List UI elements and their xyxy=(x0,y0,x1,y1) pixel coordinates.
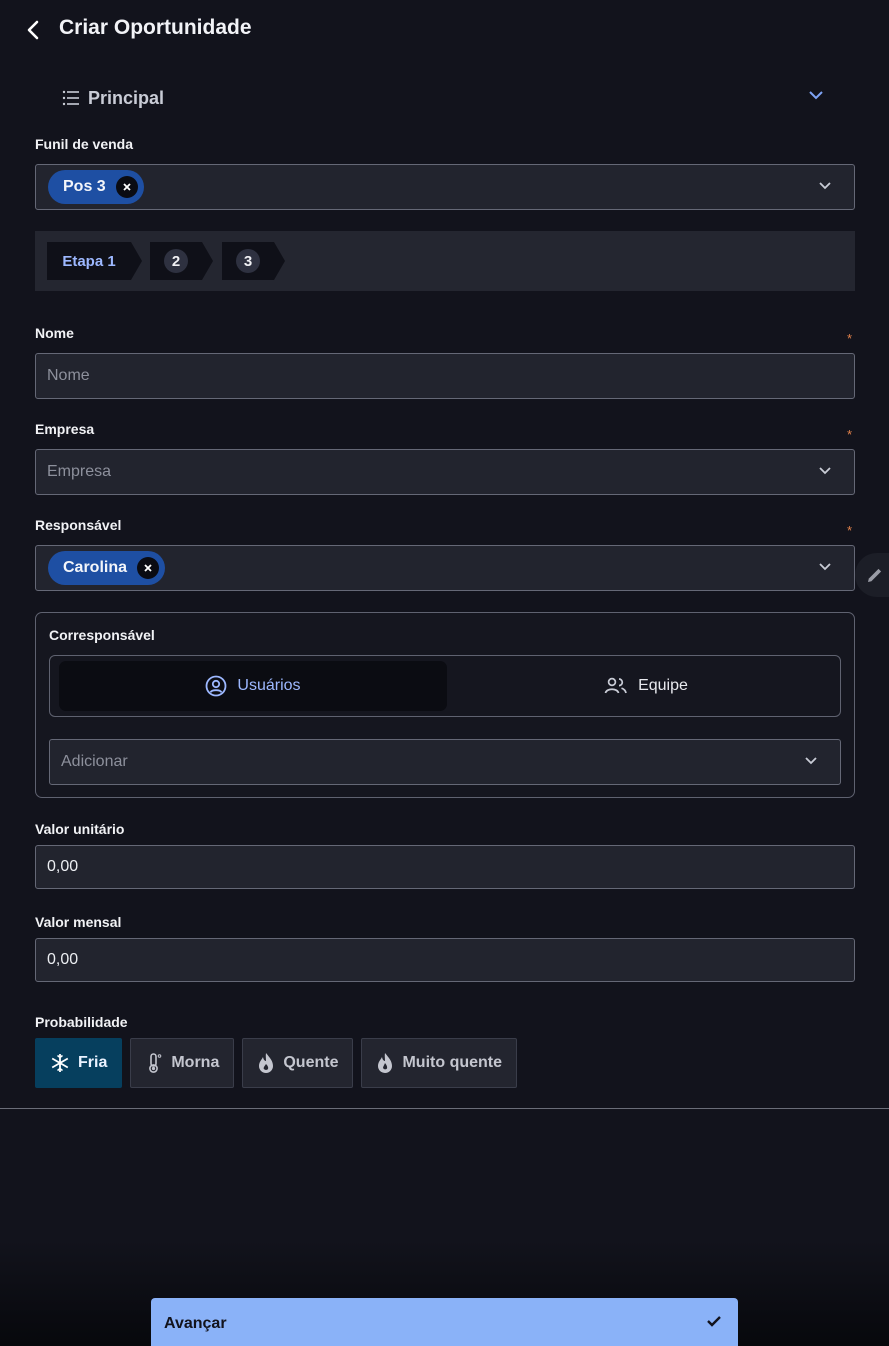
funnel-chip[interactable]: Pos 3 xyxy=(48,170,144,204)
prob-muito-quente-button[interactable]: Muito quente xyxy=(361,1038,518,1088)
tab-usuarios-label: Usuários xyxy=(237,677,301,694)
nome-field[interactable] xyxy=(35,353,855,399)
tab-equipe-label: Equipe xyxy=(638,677,688,694)
check-icon xyxy=(707,1316,721,1327)
close-icon xyxy=(123,183,131,191)
nome-input[interactable] xyxy=(36,354,854,398)
required-mark: * xyxy=(847,427,853,442)
section-title: Principal xyxy=(88,87,165,108)
chip-remove-button[interactable] xyxy=(137,557,160,579)
app-header: Criar Oportunidade xyxy=(0,0,889,60)
edit-button[interactable] xyxy=(855,553,889,597)
divider xyxy=(0,1108,889,1109)
required-mark: * xyxy=(847,523,853,538)
list-icon xyxy=(62,90,79,106)
empresa-select[interactable] xyxy=(35,449,855,495)
chevron-down-icon xyxy=(819,563,831,571)
corresponsavel-segmented-control: Usuários Equipe xyxy=(49,655,841,717)
section-principal-header[interactable]: Principal xyxy=(62,84,832,112)
pencil-icon xyxy=(868,568,882,582)
chip-remove-button[interactable] xyxy=(115,176,138,198)
probabilidade-options: Fria Morna Quente Muito quente xyxy=(35,1038,518,1088)
prob-fria-button[interactable]: Fria xyxy=(35,1038,123,1088)
advance-button-label: Avançar xyxy=(164,1315,227,1332)
prob-quente-label: Quente xyxy=(283,1054,339,1071)
prob-morna-label: Morna xyxy=(171,1054,220,1071)
advance-button[interactable]: Avançar xyxy=(151,1298,738,1346)
responsavel-chip[interactable]: Carolina xyxy=(48,551,166,585)
responsavel-label: Responsável xyxy=(35,517,122,533)
funnel-chip-label: Pos 3 xyxy=(63,178,106,195)
group-icon xyxy=(604,677,627,694)
probabilidade-label: Probabilidade xyxy=(35,1014,128,1030)
corresponsavel-panel: Corresponsável Usuários Equipe Adicionar xyxy=(35,612,855,798)
funnel-label: Funil de venda xyxy=(35,136,134,152)
nome-label: Nome xyxy=(35,325,74,341)
back-button[interactable] xyxy=(22,18,44,42)
close-icon xyxy=(144,564,152,572)
chevron-down-icon xyxy=(805,757,817,765)
chevron-down-icon xyxy=(819,467,831,475)
prob-quente-button[interactable]: Quente xyxy=(242,1038,354,1088)
user-circle-icon xyxy=(206,675,227,697)
empresa-label: Empresa xyxy=(35,421,95,437)
responsavel-chip-label: Carolina xyxy=(63,559,128,576)
chevron-down-icon[interactable] xyxy=(808,89,824,101)
step-1[interactable]: Etapa 1 xyxy=(47,242,142,280)
step-3-number: 3 xyxy=(236,249,260,273)
thermometer-icon xyxy=(149,1053,162,1073)
step-1-label: Etapa 1 xyxy=(47,242,131,280)
valor-mensal-field[interactable] xyxy=(35,938,855,982)
tab-usuarios[interactable]: Usuários xyxy=(59,661,447,711)
step-3[interactable]: 3 xyxy=(222,242,285,280)
prob-muito-quente-label: Muito quente xyxy=(402,1054,503,1071)
prob-morna-button[interactable]: Morna xyxy=(130,1038,235,1088)
responsavel-select[interactable]: Carolina xyxy=(35,545,855,591)
tab-equipe[interactable]: Equipe xyxy=(452,656,840,716)
fire-icon xyxy=(378,1053,393,1073)
valor-mensal-input[interactable] xyxy=(36,939,854,981)
snowflake-icon xyxy=(51,1054,69,1072)
stage-stepper: Etapa 1 2 3 xyxy=(35,231,855,291)
corresponsavel-label: Corresponsável xyxy=(49,627,155,643)
prob-fria-label: Fria xyxy=(78,1054,108,1071)
step-2[interactable]: 2 xyxy=(150,242,213,280)
page-title: Criar Oportunidade xyxy=(59,16,252,39)
corresponsavel-add-select[interactable]: Adicionar xyxy=(49,739,841,785)
valor-unitario-field[interactable] xyxy=(35,845,855,889)
required-mark: * xyxy=(847,331,853,346)
valor-unitario-input[interactable] xyxy=(36,846,854,888)
valor-unitario-label: Valor unitário xyxy=(35,821,125,837)
flame-icon xyxy=(259,1053,274,1073)
funnel-select[interactable]: Pos 3 xyxy=(35,164,855,210)
empresa-input[interactable] xyxy=(36,450,854,494)
chevron-down-icon xyxy=(819,182,831,190)
valor-mensal-label: Valor mensal xyxy=(35,914,122,930)
step-2-number: 2 xyxy=(164,249,188,273)
add-placeholder: Adicionar xyxy=(61,753,128,770)
chevron-left-icon xyxy=(27,20,39,40)
